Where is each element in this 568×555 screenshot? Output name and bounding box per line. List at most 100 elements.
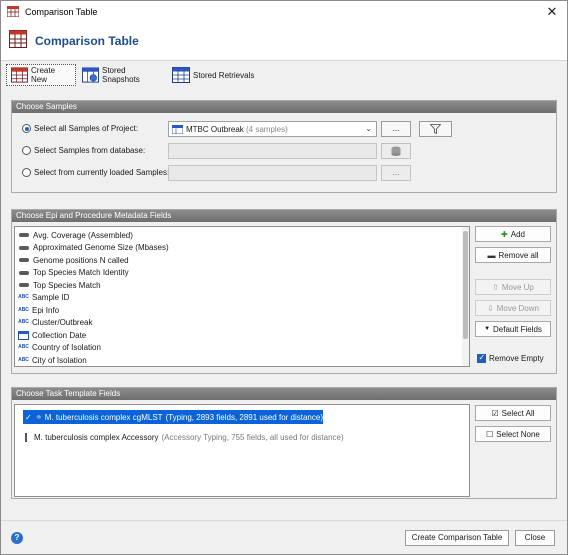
database-button <box>381 143 411 159</box>
close-icon[interactable]: ✕ <box>543 3 561 21</box>
choose-samples-panel: Choose Samples Select all Samples of Pro… <box>11 100 557 193</box>
tab-stored-snapshots[interactable]: Stored Snapshots <box>78 64 166 86</box>
button-label: Move Up <box>501 282 534 292</box>
arrow-up-icon: ⇧ <box>492 282 499 292</box>
snapshot-icon <box>82 67 99 83</box>
default-fields-button[interactable]: ▼ Default Fields <box>475 321 551 337</box>
database-icon <box>391 146 401 156</box>
task-template-list[interactable]: ✓ M. tuberculosis complex cgMLST (Typing… <box>14 404 470 497</box>
radio-label: Select all Samples of Project: <box>34 124 139 133</box>
field-label: Country of Isolation <box>32 343 101 353</box>
tab-stored-retrievals[interactable]: Stored Retrievals <box>168 64 260 86</box>
field-label: Cluster/Outbreak <box>32 318 93 328</box>
create-comparison-table-button[interactable]: Create Comparison Table <box>405 530 509 546</box>
comparison-table-window: Comparison Table ✕ Comparison Table Crea… <box>0 0 568 555</box>
text-field-icon: ABC <box>18 319 29 326</box>
radio-select-loaded[interactable]: Select from currently loaded Samples: <box>22 168 169 177</box>
task-checkbox[interactable] <box>25 432 27 442</box>
tab-create-new[interactable]: Create New <box>6 64 76 86</box>
radio-button[interactable] <box>22 146 31 155</box>
scrollbar[interactable] <box>462 227 469 366</box>
list-item[interactable]: ABC Country of Isolation <box>15 342 469 355</box>
button-label: Move Down <box>496 303 539 313</box>
list-item[interactable]: Genome positions N called <box>15 254 469 267</box>
field-label: Approximated Genome Size (Mbases) <box>33 243 169 253</box>
list-item[interactable]: ABC City of Isolation <box>15 354 469 367</box>
window-title: Comparison Table <box>25 7 98 17</box>
database-field <box>168 143 377 159</box>
list-item[interactable]: ABC Sample ID <box>15 292 469 305</box>
add-button[interactable]: ✚ Add <box>475 226 551 242</box>
checkbox-label: Remove Empty <box>489 354 544 363</box>
numeric-field-icon <box>19 233 29 238</box>
numeric-field-icon <box>19 258 29 263</box>
field-label: Top Species Match Identity <box>33 268 129 278</box>
radio-label: Select from currently loaded Samples: <box>34 168 170 177</box>
filter-button[interactable] <box>419 121 452 137</box>
list-uncheck-icon: ☐ <box>486 429 494 439</box>
select-all-button[interactable]: ☑ Select All <box>475 405 551 421</box>
remove-empty-option[interactable]: Remove Empty <box>477 353 544 363</box>
field-label: Collection Date <box>32 330 87 340</box>
panel-heading: Choose Epi and Procedure Metadata Fields <box>12 210 556 222</box>
filter-icon <box>429 124 442 135</box>
project-icon <box>172 125 183 134</box>
list-check-icon: ☑ <box>491 408 499 418</box>
button-label: Select All <box>501 408 535 418</box>
list-item[interactable]: Approximated Genome Size (Mbases) <box>15 242 469 255</box>
help-icon[interactable]: ? <box>11 532 23 544</box>
list-item[interactable]: Top Species Match Identity <box>15 267 469 280</box>
field-label: Sample ID <box>32 293 70 303</box>
retrieval-icon <box>172 67 190 83</box>
text-field-icon: ABC <box>18 344 29 351</box>
select-none-button[interactable]: ☐ Select None <box>475 426 551 442</box>
page-title: Comparison Table <box>35 34 139 48</box>
comparison-table-icon <box>9 30 27 48</box>
epi-fields-list[interactable]: Avg. Coverage (Assembled) Approximated Ge… <box>14 226 470 367</box>
title-bar: Comparison Table ✕ <box>1 1 567 23</box>
numeric-field-icon <box>19 245 29 250</box>
text-field-icon: ABC <box>18 306 29 313</box>
chevron-down-icon[interactable]: ⌄ <box>365 124 372 133</box>
panel-heading: Choose Task Template Fields <box>12 388 556 400</box>
field-label: City of Isolation <box>32 355 87 365</box>
footer-divider <box>1 520 567 521</box>
project-sample-count: (4 samples) <box>246 125 288 134</box>
radio-label: Select Samples from database: <box>34 146 146 155</box>
list-item[interactable]: ABC Cluster/Outbreak <box>15 317 469 330</box>
text-field-icon: ABC <box>18 294 29 301</box>
radio-select-project[interactable]: Select all Samples of Project: <box>22 124 138 133</box>
arrow-down-icon: ⇩ <box>487 303 494 313</box>
task-row-cgmlst[interactable]: ✓ M. tuberculosis complex cgMLST (Typing… <box>23 410 323 424</box>
dropdown-arrow-icon: ▼ <box>484 326 491 332</box>
field-label: Top Species Match <box>33 280 101 290</box>
task-template-panel: Choose Task Template Fields ✓ M. tubercu… <box>11 387 557 499</box>
remove-all-button[interactable]: ▬ Remove all <box>475 247 551 263</box>
tab-label: Stored Retrievals <box>193 70 255 80</box>
calendar-icon <box>18 330 29 340</box>
project-select[interactable]: MTBC Outbreak (4 samples) ⌄ <box>168 121 377 137</box>
move-down-button[interactable]: ⇩ Move Down <box>475 300 551 316</box>
text-field-icon: ABC <box>18 356 29 363</box>
panel-heading: Choose Samples <box>12 101 556 113</box>
list-item[interactable]: Top Species Match <box>15 279 469 292</box>
remove-empty-checkbox[interactable] <box>477 353 486 363</box>
radio-button[interactable] <box>22 168 31 177</box>
list-item[interactable]: Avg. Coverage (Assembled) <box>15 229 469 242</box>
task-row-accessory[interactable]: M. tuberculosis complex Accessory (Acces… <box>23 430 344 444</box>
tab-label: Stored Snapshots <box>101 66 140 84</box>
move-up-button[interactable]: ⇧ Move Up <box>475 279 551 295</box>
radio-button[interactable] <box>22 124 31 133</box>
numeric-field-icon <box>19 270 29 275</box>
list-item[interactable]: Collection Date <box>15 329 469 342</box>
task-name: M. tuberculosis complex cgMLST <box>44 412 163 422</box>
browse-loaded-button: ... <box>381 165 411 181</box>
list-item[interactable]: ABC Epi Info <box>15 304 469 317</box>
tab-label: Create New <box>31 66 56 84</box>
table-grid-icon <box>11 67 29 83</box>
close-button[interactable]: Close <box>515 530 555 546</box>
scroll-thumb[interactable] <box>463 231 468 339</box>
dialog-header: Comparison Table <box>1 23 567 61</box>
radio-select-database[interactable]: Select Samples from database: <box>22 146 145 155</box>
browse-project-button[interactable]: ... <box>381 121 411 137</box>
